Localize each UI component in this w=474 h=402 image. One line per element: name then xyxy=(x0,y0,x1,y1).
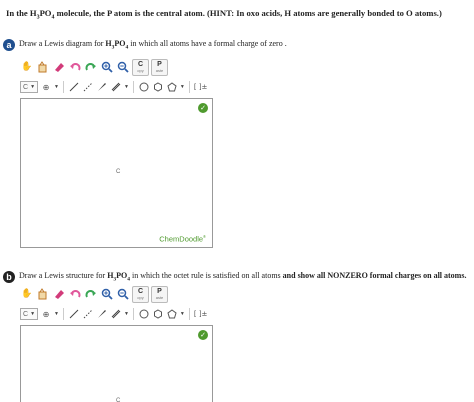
clean-icon[interactable]: ✓ xyxy=(198,103,208,113)
toolbar-divider xyxy=(132,81,134,93)
ring-icon[interactable] xyxy=(138,81,150,93)
question-intro: In the H3PO4 molecule, the P atom is the… xyxy=(6,8,442,21)
hand-tool-icon[interactable]: ✋ xyxy=(20,287,34,301)
element-select[interactable]: C ▼ xyxy=(20,308,39,320)
toolbar-divider xyxy=(188,308,190,320)
undo-icon[interactable] xyxy=(68,287,82,301)
wedge-bond-icon[interactable] xyxy=(96,81,108,93)
part-b-prompt: b Draw a Lewis structure for H3PO4 in wh… xyxy=(3,271,466,283)
chevron-down-icon: ▼ xyxy=(30,311,36,317)
pentagon-icon[interactable] xyxy=(166,81,178,93)
paste-button[interactable]: Paste xyxy=(151,58,168,76)
undo-icon[interactable] xyxy=(68,60,82,74)
eraser-icon[interactable] xyxy=(52,287,66,301)
hand-tool-icon[interactable]: ✋ xyxy=(20,60,34,74)
charge-plus-icon[interactable]: ⊕ xyxy=(40,308,52,320)
zoom-in-icon[interactable] xyxy=(100,60,114,74)
copy-button[interactable]: Copy xyxy=(132,58,149,76)
dashed-bond-icon[interactable] xyxy=(82,81,94,93)
zoom-out-icon[interactable] xyxy=(116,60,130,74)
editor-toolbar-bottom: C ▼ ⊕ ▼ ▼ ▼ [ ]± xyxy=(20,80,207,94)
drawing-canvas[interactable]: ✓ C xyxy=(20,325,213,402)
element-select[interactable]: C ▼ xyxy=(20,81,39,93)
toolbar-divider xyxy=(62,308,64,320)
charge-plus-icon[interactable]: ⊕ xyxy=(40,81,52,93)
editor-toolbar-top: ✋ Copy Paste xyxy=(20,285,168,303)
paste-button[interactable]: Paste xyxy=(151,285,168,303)
chevron-down-icon[interactable]: ▼ xyxy=(54,85,59,90)
toolbar-divider xyxy=(62,81,64,93)
eraser-icon[interactable] xyxy=(52,60,66,74)
dashed-bond-icon[interactable] xyxy=(82,308,94,320)
part-b-text: Draw a Lewis structure for H3PO4 in whic… xyxy=(19,271,467,283)
drawing-canvas[interactable]: ✓ C ChemDoodle® xyxy=(20,98,213,248)
single-bond-icon[interactable] xyxy=(68,308,80,320)
chevron-down-icon[interactable]: ▼ xyxy=(180,85,185,90)
editor-toolbar-bottom: C ▼ ⊕ ▼ ▼ ▼ [ ]± xyxy=(20,307,207,321)
wedge-bond-icon[interactable] xyxy=(96,308,108,320)
chemdoodle-logo: ChemDoodle® xyxy=(159,233,206,244)
zoom-in-icon[interactable] xyxy=(100,287,114,301)
chevron-down-icon[interactable]: ▼ xyxy=(54,312,59,317)
part-a-badge: a xyxy=(3,39,15,51)
redo-icon[interactable] xyxy=(84,60,98,74)
part-a-text: Draw a Lewis diagram for H3PO4 in which … xyxy=(19,39,287,51)
zoom-out-icon[interactable] xyxy=(116,287,130,301)
copy-button[interactable]: Copy xyxy=(132,285,149,303)
chevron-down-icon[interactable]: ▼ xyxy=(180,312,185,317)
redo-icon[interactable] xyxy=(84,287,98,301)
clean-icon[interactable]: ✓ xyxy=(198,330,208,340)
chevron-down-icon[interactable]: ▼ xyxy=(124,85,129,90)
bracket-charge-button[interactable]: [ ]± xyxy=(194,308,208,320)
editor-toolbar-top: ✋ Copy Paste xyxy=(20,58,168,76)
hexagon-icon[interactable] xyxy=(152,81,164,93)
canvas-atom[interactable]: C xyxy=(116,169,120,175)
single-bond-icon[interactable] xyxy=(68,81,80,93)
ring-icon[interactable] xyxy=(138,308,150,320)
part-a-prompt: a Draw a Lewis diagram for H3PO4 in whic… xyxy=(3,39,287,51)
double-bond-icon[interactable] xyxy=(110,81,122,93)
chevron-down-icon: ▼ xyxy=(30,84,36,90)
canvas-atom[interactable]: C xyxy=(116,398,120,402)
bracket-charge-button[interactable]: [ ]± xyxy=(194,81,208,93)
chevron-down-icon[interactable]: ▼ xyxy=(124,312,129,317)
pentagon-icon[interactable] xyxy=(166,308,178,320)
part-b-badge: b xyxy=(3,271,15,283)
toolbar-divider xyxy=(132,308,134,320)
double-bond-icon[interactable] xyxy=(110,308,122,320)
lasso-tool-icon[interactable] xyxy=(36,287,50,301)
toolbar-divider xyxy=(188,81,190,93)
hexagon-icon[interactable] xyxy=(152,308,164,320)
lasso-tool-icon[interactable] xyxy=(36,60,50,74)
